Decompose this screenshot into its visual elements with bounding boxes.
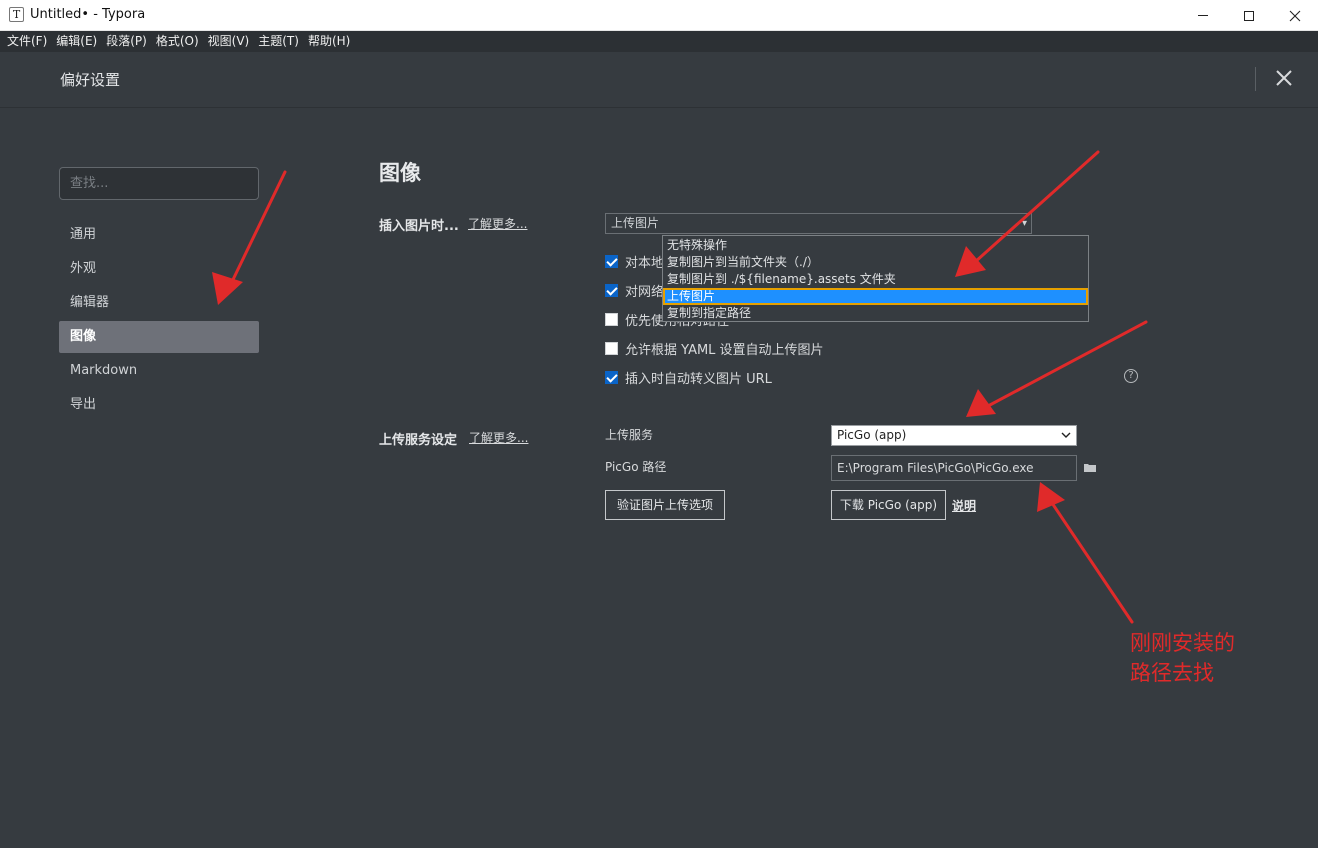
checkbox-relative-path[interactable] <box>605 312 618 326</box>
upload-service-select[interactable]: PicGo (app) <box>831 425 1077 446</box>
checkbox-escape-url-label: 插入时自动转义图片 URL <box>625 371 772 387</box>
upload-service-settings-label: 上传服务设定 <box>379 433 458 448</box>
preferences-title: 偏好设置 <box>60 71 121 89</box>
sidebar-item-export[interactable]: 导出 <box>59 389 259 421</box>
folder-icon[interactable] <box>1084 462 1097 472</box>
annotation-text: 刚刚安装的 路径去找 <box>1130 631 1235 685</box>
preferences-search-input[interactable] <box>59 167 259 200</box>
dropdown-option-copy-custom[interactable]: 复制到指定路径 <box>663 305 1088 322</box>
picgo-path-input[interactable]: E:\Program Files\PicGo\PicGo.exe <box>831 455 1077 481</box>
preferences-header: 偏好设置 <box>0 52 1318 108</box>
menu-view[interactable]: 视图(V) <box>204 31 254 52</box>
arrow-to-service-select <box>986 320 1148 408</box>
chevron-down-icon <box>1061 426 1071 451</box>
download-picgo-button[interactable]: 下载 PicGo (app) <box>831 490 946 520</box>
menu-help[interactable]: 帮助(H) <box>304 31 354 52</box>
window-title: Untitled• - Typora <box>30 7 146 22</box>
sidebar-item-image[interactable]: 图像 <box>59 321 259 353</box>
header-divider <box>1255 67 1256 91</box>
checkbox-network-label: 对网络 <box>625 284 665 300</box>
checkbox-row-local[interactable]: 对本地 <box>605 252 665 271</box>
checkbox-local[interactable] <box>605 254 618 268</box>
chevron-down-icon: ▾ <box>1021 218 1027 229</box>
menu-paragraph[interactable]: 段落(P) <box>102 31 151 52</box>
checkbox-yaml-upload[interactable] <box>605 341 618 355</box>
verify-upload-button[interactable]: 验证图片上传选项 <box>605 490 725 520</box>
upload-learn-more-link[interactable]: 了解更多... <box>469 429 528 446</box>
sidebar-item-markdown[interactable]: Markdown <box>59 355 259 387</box>
dropdown-option-copy-current[interactable]: 复制图片到当前文件夹（./） <box>663 254 1088 271</box>
maximize-icon <box>1244 10 1254 21</box>
insert-learn-more-link[interactable]: 了解更多... <box>468 215 527 232</box>
preferences-sidebar: 通用 外观 编辑器 图像 Markdown 导出 <box>59 219 259 423</box>
picgo-path-label: PicGo 路径 <box>605 460 667 474</box>
annotation-arrows <box>212 150 1148 624</box>
dropdown-option-copy-assets[interactable]: 复制图片到 ./${filename}.assets 文件夹 <box>663 271 1088 288</box>
arrowhead-path-input <box>1037 482 1065 512</box>
upload-service-select-value: PicGo (app) <box>837 428 907 442</box>
checkbox-row-network[interactable]: 对网络 <box>605 281 665 300</box>
arrowhead-service-select <box>966 389 996 417</box>
help-icon[interactable]: ? <box>1124 369 1138 383</box>
minimize-button[interactable] <box>1180 0 1226 31</box>
menu-edit[interactable]: 编辑(E) <box>52 31 101 52</box>
menu-bar: 文件(F) 编辑(E) 段落(P) 格式(O) 视图(V) 主题(T) 帮助(H… <box>0 31 1318 52</box>
menu-theme[interactable]: 主题(T) <box>254 31 303 52</box>
minimize-icon <box>1198 15 1208 16</box>
dropdown-option-upload[interactable]: 上传图片 <box>663 288 1088 305</box>
checkbox-row-yaml-upload[interactable]: 允许根据 YAML 设置自动上传图片 <box>605 339 824 358</box>
checkbox-network[interactable] <box>605 283 618 297</box>
sidebar-item-appearance[interactable]: 外观 <box>59 253 259 285</box>
insert-image-select[interactable]: 上传图片 ▾ <box>605 213 1032 234</box>
section-title: 图像 <box>379 161 421 185</box>
sidebar-item-general[interactable]: 通用 <box>59 219 259 251</box>
insert-image-label: 插入图片时... <box>379 219 459 234</box>
sidebar-item-editor[interactable]: 编辑器 <box>59 287 259 319</box>
explain-link[interactable]: 说明 <box>952 497 976 514</box>
checkbox-local-label: 对本地 <box>625 255 665 271</box>
window-title-bar: T Untitled• - Typora <box>0 0 1318 31</box>
menu-file[interactable]: 文件(F) <box>3 31 51 52</box>
maximize-button[interactable] <box>1226 0 1272 31</box>
close-icon <box>1289 10 1301 21</box>
typora-app-icon: T <box>9 7 24 22</box>
close-window-button[interactable] <box>1272 0 1318 31</box>
checkbox-escape-url[interactable] <box>605 370 618 384</box>
arrow-to-path-input <box>1048 498 1134 624</box>
close-preferences-button[interactable] <box>1271 65 1297 91</box>
menu-format[interactable]: 格式(O) <box>152 31 203 52</box>
insert-image-select-value: 上传图片 <box>611 216 660 230</box>
checkbox-yaml-upload-label: 允许根据 YAML 设置自动上传图片 <box>625 342 824 358</box>
upload-service-label: 上传服务 <box>605 428 654 442</box>
close-icon <box>1276 70 1292 86</box>
insert-image-dropdown-list: 无特殊操作 复制图片到当前文件夹（./） 复制图片到 ./${filename}… <box>662 235 1089 322</box>
checkbox-row-escape-url[interactable]: 插入时自动转义图片 URL <box>605 368 772 387</box>
dropdown-option-none[interactable]: 无特殊操作 <box>663 237 1088 254</box>
